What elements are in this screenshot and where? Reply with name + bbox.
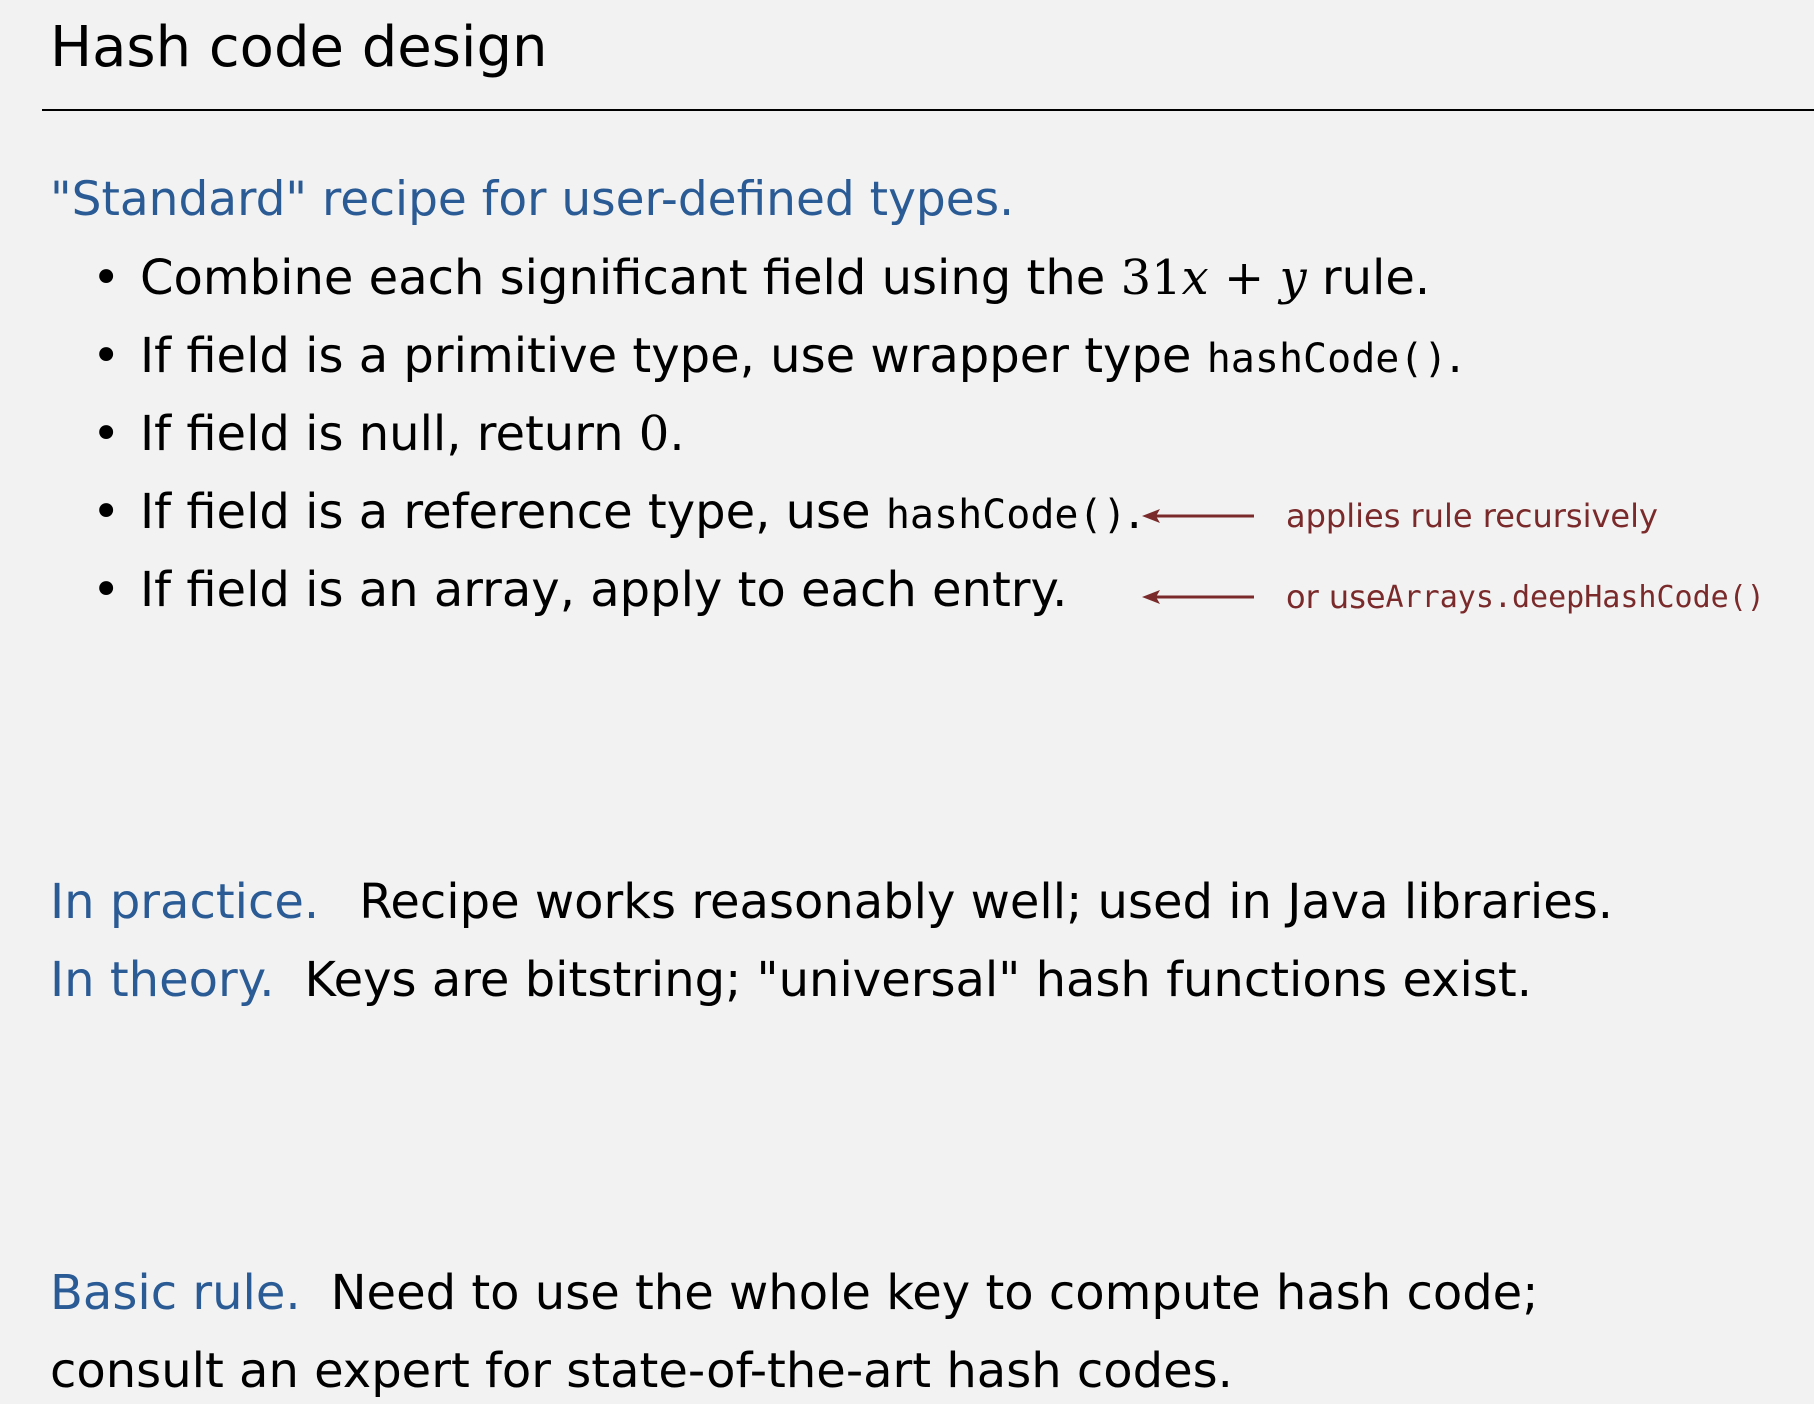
item-text: If field is null, return — [140, 406, 639, 462]
item-text: If field is a primitive type, use wrappe… — [140, 328, 1207, 384]
page-title: Hash code design — [50, 15, 548, 80]
item-text-end: rule. — [1306, 250, 1431, 306]
bullet-dot: • — [92, 406, 121, 462]
zero-value: 0 — [638, 406, 670, 462]
bullet-dot: • — [92, 328, 121, 384]
annotation-text: applies rule recursively — [1286, 497, 1658, 535]
item-text-end: . — [1447, 328, 1463, 384]
theory-text: Keys are bitstring; "universal" hash fun… — [304, 952, 1532, 1008]
code-hashcode: hashCode() — [1206, 336, 1448, 382]
item-text: If field is an array, apply to each entr… — [140, 562, 1068, 618]
annotation-prefix: or use — [1286, 578, 1386, 616]
practice-paragraph: In practice. Recipe works reasonably well… — [50, 874, 1613, 932]
left-arrow-icon — [1142, 590, 1254, 604]
basic-rule-paragraph: Basic rule. Need to use the whole key to … — [50, 1265, 1538, 1323]
recipe-heading: "Standard" recipe for user-defined types… — [50, 172, 1015, 227]
item-text-end: . — [669, 406, 685, 462]
basic-rule-line2-paragraph: consult an expert for state-of-the-art h… — [50, 1343, 1233, 1401]
item-text-end: . — [1126, 484, 1142, 540]
list-item: • If field is a primitive type, use wrapp… — [92, 328, 1463, 386]
list-item: • Combine each significant field using th… — [92, 250, 1430, 308]
bullet-dot: • — [92, 250, 121, 306]
bullet-dot: • — [92, 562, 121, 618]
bullet-dot: • — [92, 484, 121, 540]
formula-var-y: y — [1279, 250, 1307, 306]
item-text: If field is a reference type, use — [140, 484, 886, 540]
formula-number: 31 — [1120, 250, 1182, 306]
list-item: • If field is an array, apply to each ent… — [92, 562, 1067, 620]
formula: 31x + y — [1121, 250, 1307, 306]
list-item: • If field is a reference type, use hashC… — [92, 484, 1142, 542]
code-deephashcode: Arrays.deepHashCode() — [1385, 579, 1765, 615]
practice-lead: In practice. — [50, 874, 320, 930]
practice-text: Recipe works reasonably well; used in Ja… — [359, 874, 1614, 930]
list-item: • If field is null, return 0. — [92, 406, 685, 464]
annotation-deephashcode: or use Arrays.deepHashCode() — [1142, 577, 1765, 617]
code-hashcode: hashCode() — [885, 492, 1127, 538]
left-arrow-icon — [1142, 509, 1254, 523]
item-text: Combine each significant field using the — [140, 250, 1121, 306]
annotation-recursive: applies rule recursively — [1142, 496, 1658, 536]
basic-rule-lead: Basic rule. — [50, 1265, 301, 1321]
basic-rule-line1: Need to use the whole key to compute has… — [330, 1265, 1539, 1321]
basic-rule-line2: consult an expert for state-of-the-art h… — [50, 1343, 1233, 1399]
formula-var-x: x — [1181, 250, 1209, 306]
theory-paragraph: In theory. Keys are bitstring; "universal… — [50, 952, 1532, 1010]
formula-operator: + — [1208, 250, 1280, 306]
title-divider — [42, 109, 1814, 111]
theory-lead: In theory. — [50, 952, 275, 1008]
